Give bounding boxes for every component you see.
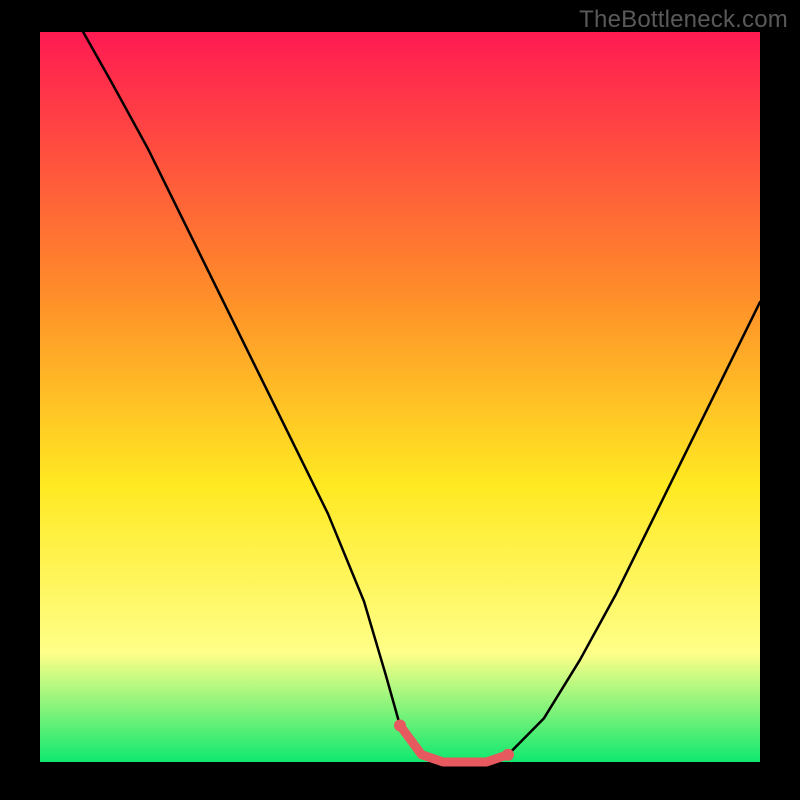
highlight-end-dot bbox=[394, 720, 406, 732]
watermark-text: TheBottleneck.com bbox=[579, 6, 788, 34]
highlight-end-dot bbox=[502, 749, 514, 761]
plot-background bbox=[40, 32, 760, 762]
chart-frame: TheBottleneck.com bbox=[0, 0, 800, 800]
bottleneck-chart bbox=[0, 0, 800, 800]
